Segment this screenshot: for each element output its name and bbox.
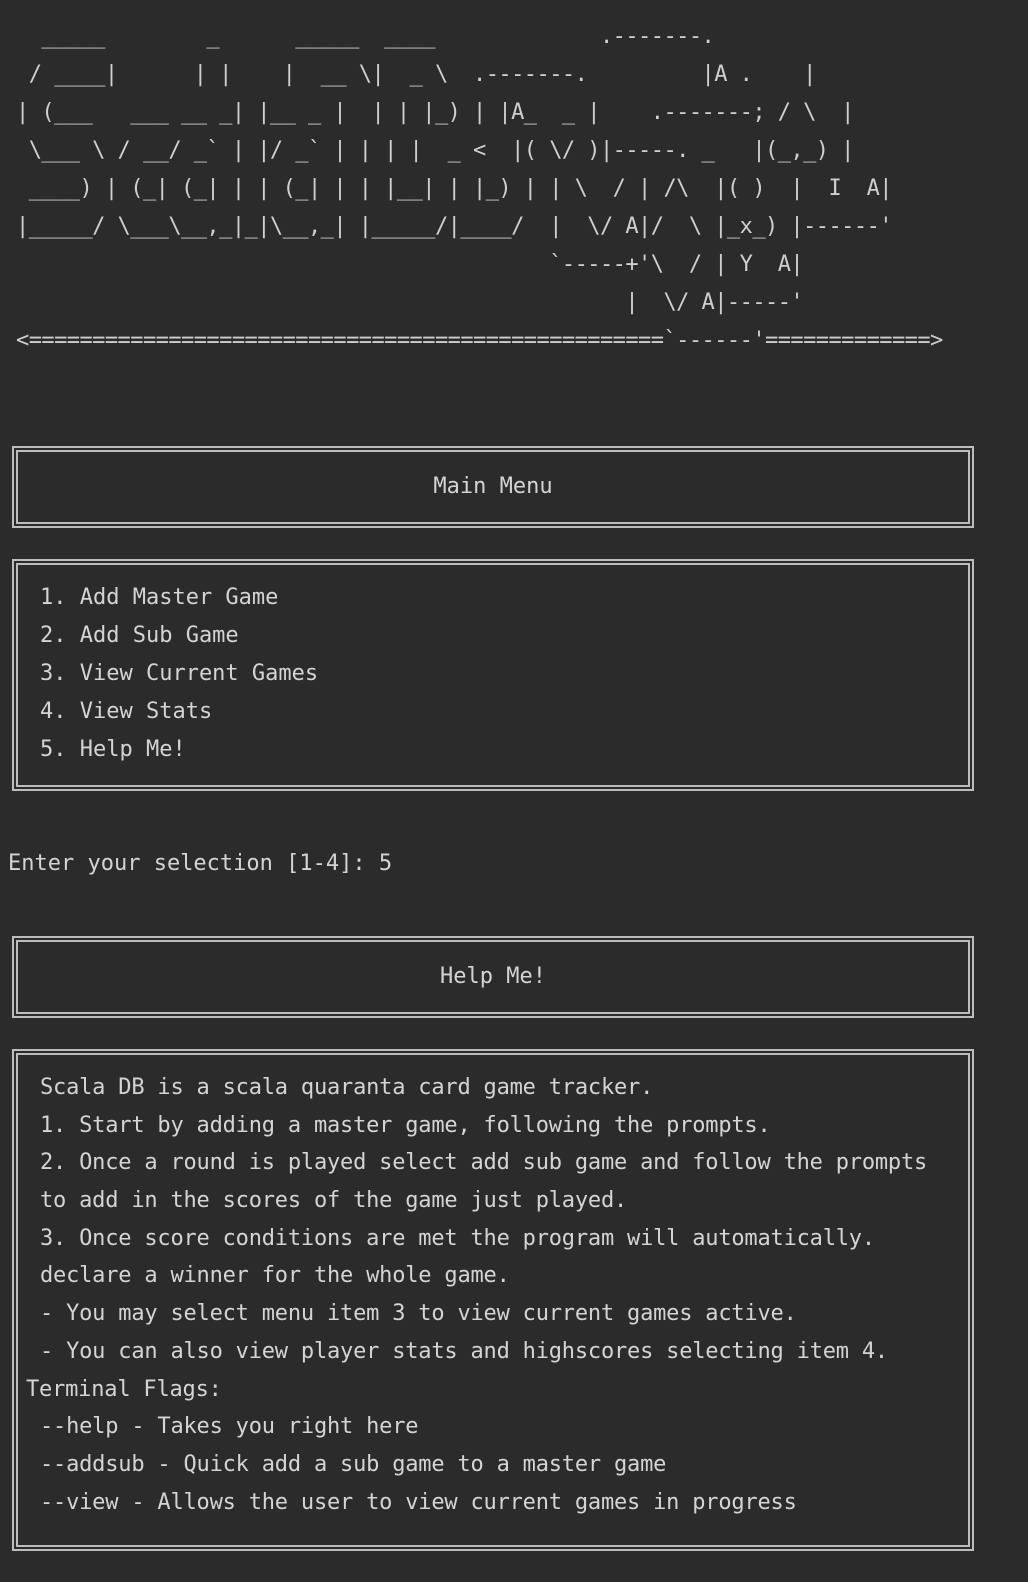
help-line: 1. Start by adding a master game, follow…: [40, 1112, 771, 1138]
help-line: 2. Once a round is played select add sub…: [40, 1150, 928, 1176]
help-line: - You can also view player stats and hig…: [40, 1338, 888, 1364]
main-menu-title: Main Menu: [433, 474, 553, 499]
flag-addsub: --addsub - Quick add a sub game to a mas…: [40, 1451, 667, 1477]
menu-item-add-sub-game[interactable]: 2. Add Sub Game: [40, 617, 968, 655]
help-line: 3. Once score conditions are met the pro…: [40, 1225, 875, 1251]
flag-view: --view - Allows the user to view current…: [40, 1489, 797, 1515]
flag-help: --help - Takes you right here: [40, 1414, 419, 1440]
selection-prompt[interactable]: Enter your selection [1-4]: 5: [8, 845, 392, 883]
help-title-box: Help Me!: [12, 936, 974, 1018]
menu-item-view-current-games[interactable]: 3. View Current Games: [40, 655, 968, 693]
help-line: - You may select menu item 3 to view cur…: [40, 1301, 797, 1327]
help-line: to add in the scores of the game just pl…: [40, 1188, 628, 1214]
terminal-flags-heading: Terminal Flags:: [26, 1376, 222, 1402]
selection-input-value[interactable]: 5: [379, 851, 392, 876]
selection-prompt-label: Enter your selection [1-4]:: [8, 851, 379, 876]
menu-item-add-master-game[interactable]: 1. Add Master Game: [40, 579, 968, 617]
menu-item-help-me[interactable]: 5. Help Me!: [40, 731, 968, 769]
help-title: Help Me!: [440, 964, 546, 989]
help-body-box: Scala DB is a scala quaranta card game t…: [12, 1049, 974, 1551]
ascii-banner-scala-db: _____ _ _____ ____ .-------. / ____| | |…: [16, 24, 943, 353]
help-line: declare a winner for the whole game.: [40, 1263, 510, 1289]
menu-item-view-stats[interactable]: 4. View Stats: [40, 693, 968, 731]
help-line: Scala DB is a scala quaranta card game t…: [40, 1075, 654, 1100]
terminal-window: _____ _ _____ ____ .-------. / ____| | |…: [0, 0, 1028, 1582]
main-menu-list-box: 1. Add Master Game 2. Add Sub Game 3. Vi…: [12, 559, 974, 791]
main-menu-title-box: Main Menu: [12, 446, 974, 528]
